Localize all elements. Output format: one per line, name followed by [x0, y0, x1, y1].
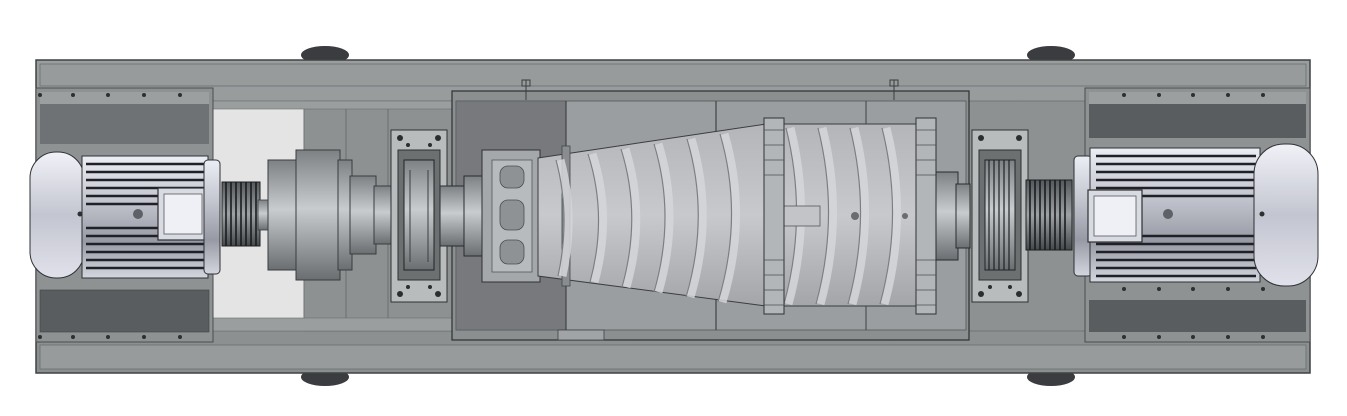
right-bearing-housing	[971, 129, 1029, 303]
left-motor	[29, 151, 221, 279]
right-motor	[1073, 143, 1319, 287]
decanter-centrifuge-drawing	[0, 0, 1347, 416]
centrifuge-svg	[29, 46, 1319, 386]
left-bearing-housing	[390, 129, 448, 303]
left-pulley	[221, 181, 261, 247]
right-pulley	[1025, 179, 1073, 251]
